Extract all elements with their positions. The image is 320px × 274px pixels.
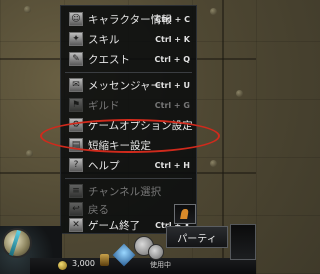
menu-item-shortcut: Ctrl + U xyxy=(154,80,190,90)
menu-item-label: ヘルプ xyxy=(88,159,120,172)
menu-item-messenger[interactable]: ✉ メッセンジャー Ctrl + U xyxy=(61,75,196,95)
menu-item-character-info[interactable]: ☺ キャラクター情報 Ctrl + C xyxy=(61,9,196,29)
highlight-ring xyxy=(40,119,220,153)
money-amount: 3,000 xyxy=(72,259,95,268)
party-button-label: パーティ xyxy=(177,233,217,245)
bag-icon[interactable] xyxy=(100,254,109,266)
party-button[interactable]: パーティ xyxy=(166,226,228,248)
menu-item-channel-select: ≡ チャンネル選択 xyxy=(61,181,196,201)
quick-slot[interactable] xyxy=(230,224,256,260)
help-icon: ? xyxy=(69,158,83,172)
hud-round-button[interactable] xyxy=(148,244,164,260)
menu-item-shortcut: Ctrl + H xyxy=(154,160,190,170)
menu-item-label: クエスト xyxy=(88,53,130,66)
messenger-icon: ✉ xyxy=(69,78,83,92)
coin-icon xyxy=(58,261,67,270)
menu-separator xyxy=(65,72,192,73)
rivet xyxy=(236,90,243,97)
menu-separator xyxy=(65,178,192,179)
menu-item-guild: ⚑ ギルド Ctrl + G xyxy=(61,95,196,115)
menu-item-shortcut: Ctrl + Q xyxy=(154,54,190,64)
menu-item-label: メッセンジャー xyxy=(88,79,161,92)
rivet xyxy=(210,8,217,15)
character-icon: ☺ xyxy=(69,12,83,26)
quest-icon: ✎ xyxy=(69,52,83,66)
rivet xyxy=(24,6,31,13)
skill-icon: ✦ xyxy=(69,32,83,46)
back-icon: ↩ xyxy=(69,202,83,216)
menu-item-quest[interactable]: ✎ クエスト Ctrl + Q xyxy=(61,49,196,69)
menu-item-label: チャンネル選択 xyxy=(88,185,162,198)
used-status-label: 使用中 xyxy=(150,261,171,269)
guild-icon: ⚑ xyxy=(69,98,83,112)
menu-item-skill[interactable]: ✦ スキル Ctrl + K xyxy=(61,29,196,49)
menu-item-shortcut: Ctrl + K xyxy=(155,34,190,44)
rivet xyxy=(26,150,33,157)
menu-item-label: ゲーム終了 xyxy=(88,219,141,232)
fish-item-slot[interactable] xyxy=(174,204,196,224)
menu-item-label: スキル xyxy=(88,33,120,46)
menu-item-shortcut: Ctrl + C xyxy=(155,14,190,24)
menu-item-shortcut: Ctrl + G xyxy=(154,100,190,110)
rivet xyxy=(210,160,217,167)
exit-icon: ✕ xyxy=(69,218,83,232)
channel-icon: ≡ xyxy=(69,184,83,198)
menu-item-label: ギルド xyxy=(88,99,120,112)
menu-item-help[interactable]: ? ヘルプ Ctrl + H xyxy=(61,155,196,175)
